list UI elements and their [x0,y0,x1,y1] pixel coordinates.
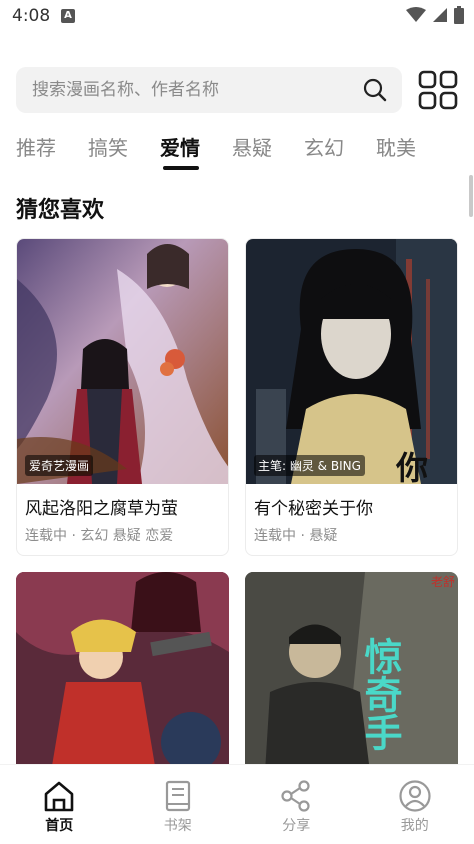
comic-card[interactable] [16,572,229,772]
cover-tag: 爱奇艺漫画 [25,455,94,476]
comic-meta: 连载中 · 悬疑 [254,528,338,544]
comic-title: 有个秘密关于你 [254,499,373,519]
wifi-icon [406,7,426,22]
comic-cover[interactable]: 你 主笔: 幽灵 & BING [246,239,457,484]
tab-funny[interactable]: 搞笑 [88,132,160,174]
scrollbar[interactable] [469,175,473,217]
nav-home[interactable]: 首页 [0,765,119,844]
app-screen: 4:08 A 推荐 搞笑 爱情 悬疑 玄幻 耽美 猜您喜欢 [0,0,474,844]
section-title: 猜您喜欢 [16,198,105,223]
cover-subtitle-text: 老舒 [431,575,455,589]
search-input[interactable] [16,80,362,100]
nav-profile-label: 我的 [400,818,429,834]
nav-share-label: 分享 [282,818,311,834]
bottom-nav: 首页 书架 分享 我的 [0,764,474,844]
status-bar: 4:08 A [0,0,474,34]
category-grid-icon[interactable] [418,70,458,110]
search-icon[interactable] [362,77,388,103]
tab-romance[interactable]: 爱情 [160,132,232,174]
comic-cover[interactable]: 爱奇艺漫画 [17,239,228,484]
tab-suspense[interactable]: 悬疑 [232,132,304,174]
battery-icon [454,6,464,24]
cover-art [17,239,228,484]
comic-card[interactable]: 惊奇手 老舒 [245,572,458,772]
search-bar[interactable] [16,67,402,113]
comic-meta: 连载中 · 玄幻 悬疑 恋爱 [25,528,174,544]
profile-icon [399,780,431,812]
status-icons [406,6,464,24]
nav-bookshelf-label: 书架 [163,818,192,834]
signal-icon [433,8,447,22]
cover-art: 你 [246,239,457,484]
cover-art: 惊奇手 老舒 [245,572,458,772]
cover-tag: 主笔: 幽灵 & BING [254,455,365,476]
nav-profile[interactable]: 我的 [356,765,474,844]
nav-share[interactable]: 分享 [237,765,356,844]
nav-home-label: 首页 [45,818,74,834]
nav-bookshelf[interactable]: 书架 [119,765,238,844]
status-time: 4:08 [12,6,51,26]
notification-icon: A [61,9,75,23]
tab-recommend[interactable]: 推荐 [16,132,88,174]
tab-fantasy[interactable]: 玄幻 [304,132,376,174]
cover-art [16,572,229,772]
comic-card[interactable]: 爱奇艺漫画 风起洛阳之腐草为萤 连载中 · 玄幻 悬疑 恋爱 [16,238,229,556]
home-icon [44,781,74,812]
category-tabs: 推荐 搞笑 爱情 悬疑 玄幻 耽美 [16,132,466,174]
tab-bl[interactable]: 耽美 [376,132,448,174]
comic-title: 风起洛阳之腐草为萤 [25,499,178,519]
comic-card[interactable]: 你 主笔: 幽灵 & BING 有个秘密关于你 连载中 · 悬疑 [245,238,458,556]
cover-title-text: 你 [395,449,428,484]
share-icon [281,780,310,812]
book-icon [165,780,190,812]
cover-title-text: 惊奇手 [358,637,402,751]
